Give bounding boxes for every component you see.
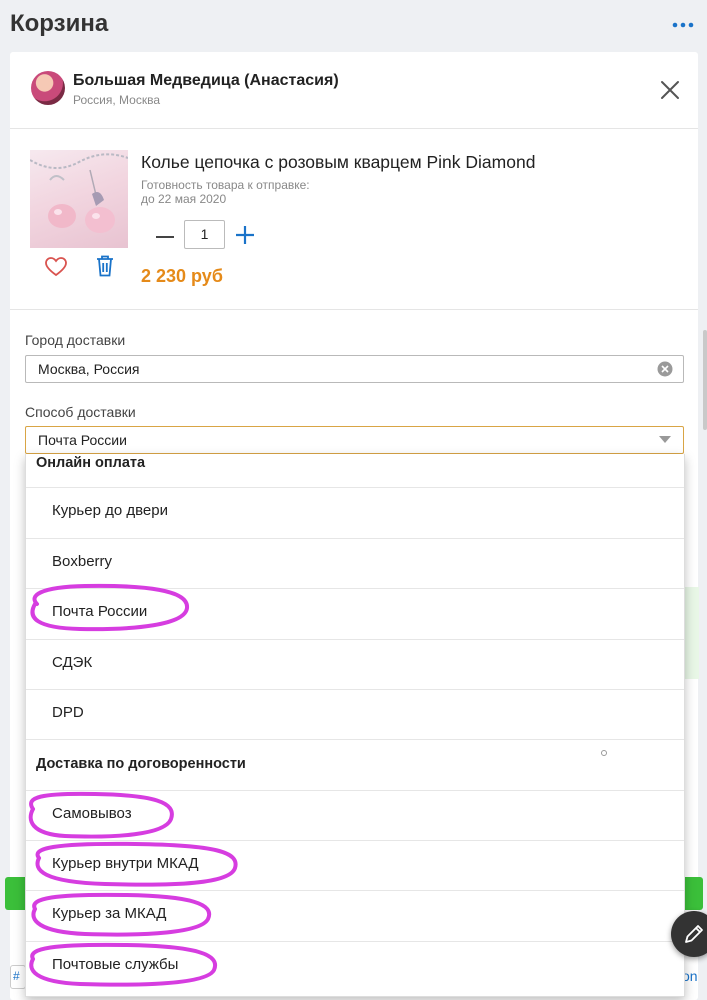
seller-location: Россия, Москва — [73, 93, 160, 107]
close-icon[interactable] — [660, 80, 680, 100]
dropdown-group-title: Онлайн оплата — [36, 455, 146, 471]
dropdown-option[interactable]: Курьер до двери — [26, 487, 684, 538]
trash-icon[interactable] — [96, 255, 114, 277]
pencil-icon — [685, 925, 703, 943]
dropdown-option[interactable]: Почтовые службы — [26, 941, 684, 992]
delivery-method-value: Почта России — [38, 432, 127, 448]
dropdown-option[interactable]: Boxberry — [26, 538, 684, 589]
clear-icon[interactable] — [657, 361, 673, 377]
dropdown-option[interactable]: Курьер за МКАД — [26, 890, 684, 941]
seller-header: Большая Медведица (Анастасия) Россия, Мо… — [10, 52, 698, 129]
dropdown-option[interactable]: Курьер внутри МКАД — [26, 840, 684, 891]
background-green-panel — [683, 587, 699, 679]
city-value: Москва, Россия — [38, 361, 140, 377]
city-input[interactable]: Москва, Россия — [25, 355, 684, 383]
more-dots-icon[interactable] — [671, 18, 695, 32]
city-label: Город доставки — [25, 332, 126, 348]
dropdown-group-title: Доставка по договоренности — [36, 756, 246, 772]
delivery-method-dropdown: Онлайн оплата Курьер до двери Boxberry П… — [25, 454, 685, 997]
ready-label: Готовность товара к отправке: — [141, 178, 310, 192]
scrollbar[interactable] — [703, 330, 707, 430]
product-title[interactable]: Колье цепочка с розовым кварцем Pink Dia… — [141, 152, 535, 173]
seller-name[interactable]: Большая Медведица (Анастасия) — [73, 72, 339, 90]
plus-icon[interactable] — [233, 223, 257, 247]
heart-icon[interactable] — [45, 257, 67, 277]
top-bar: Корзина — [0, 0, 707, 52]
dropdown-option[interactable]: DPD — [26, 689, 684, 740]
dropdown-option[interactable]: СДЭК — [26, 639, 684, 690]
stray-dot — [601, 750, 607, 756]
product-image[interactable] — [30, 150, 128, 248]
product-item: Колье цепочка с розовым кварцем Pink Dia… — [10, 129, 698, 310]
minus-icon[interactable] — [153, 225, 177, 249]
page-title: Корзина — [10, 10, 109, 37]
background-chip[interactable]: # — [10, 965, 26, 989]
ready-date: до 22 мая 2020 — [141, 192, 227, 206]
product-price: 2 230 руб — [141, 266, 223, 286]
dropdown-option[interactable]: Самовывоз — [26, 790, 684, 841]
chevron-down-icon — [659, 436, 671, 443]
dropdown-option[interactable]: Почта России — [26, 588, 684, 639]
delivery-method-select[interactable]: Почта России — [25, 426, 684, 454]
seller-avatar[interactable] — [31, 71, 65, 105]
quantity-input[interactable]: 1 — [184, 220, 225, 249]
delivery-method-label: Способ доставки — [25, 404, 136, 420]
